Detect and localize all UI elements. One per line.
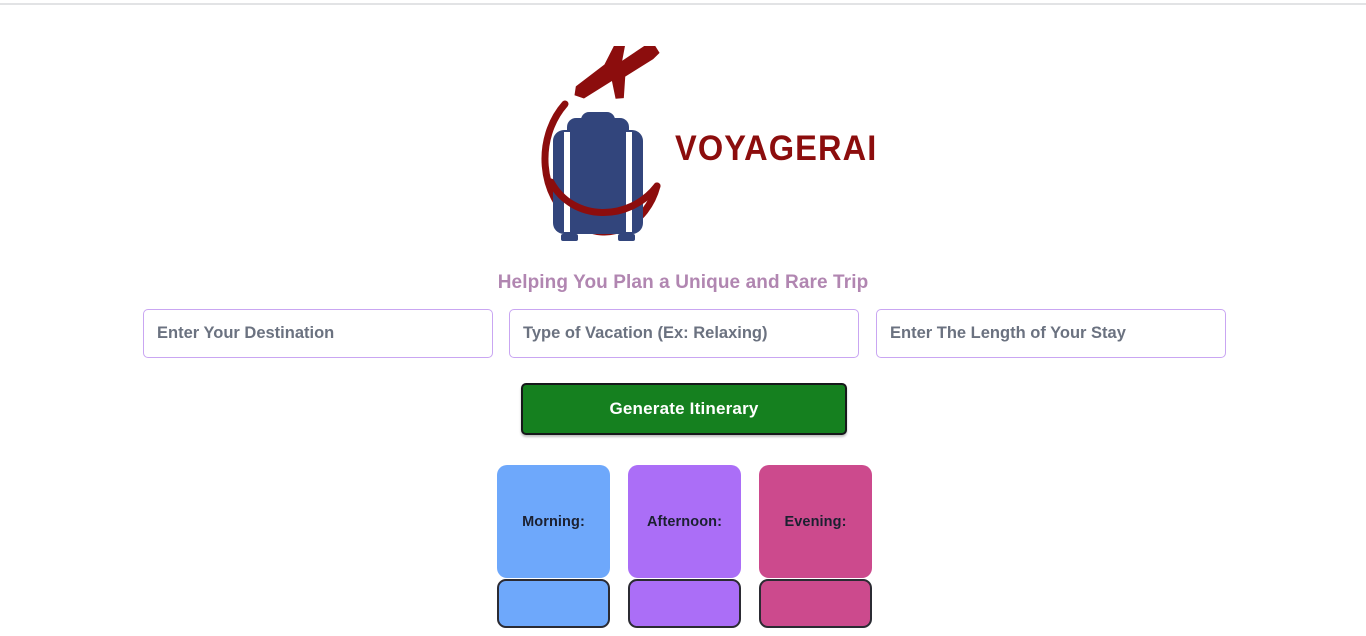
destination-input[interactable] [143,309,493,358]
vacation-type-input[interactable] [509,309,859,358]
brand-logo: VOYAGERAI [0,46,1366,252]
morning-label: Morning: [522,513,585,530]
voyagerai-trip-planner-page: VOYAGERAI Helping You Plan a Unique and … [0,0,1366,636]
suitcase-airplane-arc-logo-icon [533,46,663,252]
evening-panel: Evening: [759,465,872,578]
generate-itinerary-button[interactable]: Generate Itinerary [521,383,847,435]
tagline: Helping You Plan a Unique and Rare Trip [497,272,869,293]
length-of-stay-input[interactable] [876,309,1226,358]
itinerary-slots: Morning: Afternoon: Evening: [497,465,873,628]
morning-action-button[interactable] [497,579,610,628]
itinerary-slot-morning: Morning: [497,465,610,628]
morning-panel: Morning: [497,465,610,578]
afternoon-action-button[interactable] [628,579,741,628]
evening-label: Evening: [784,513,847,530]
brand-wordmark: VOYAGERAI [675,129,878,168]
afternoon-panel: Afternoon: [628,465,741,578]
itinerary-slot-afternoon: Afternoon: [628,465,741,628]
afternoon-label: Afternoon: [646,513,723,530]
evening-action-button[interactable] [759,579,872,628]
itinerary-slot-evening: Evening: [759,465,872,628]
